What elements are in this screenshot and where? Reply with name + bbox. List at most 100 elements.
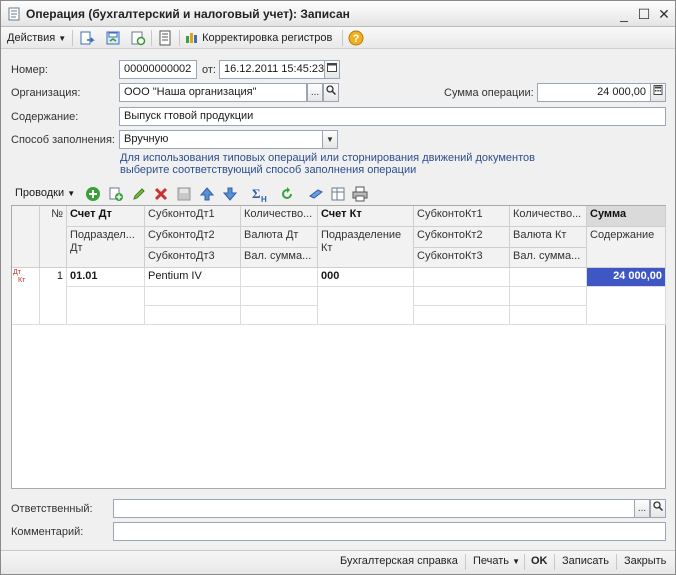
content-field[interactable]: Выпуск гтовой продукции — [119, 107, 666, 126]
organization-field[interactable]: ООО "Наша организация" — [119, 83, 307, 102]
minimize-button[interactable]: _ — [615, 5, 633, 23]
document-icon — [8, 7, 20, 21]
cell-content[interactable] — [587, 287, 666, 325]
column-header-subconto-dt2[interactable]: СубконтоДт2 — [145, 227, 241, 248]
move-down-icon[interactable] — [222, 186, 238, 202]
toolbar-separator — [151, 30, 152, 46]
maximize-button[interactable]: ☐ — [635, 5, 653, 23]
help-icon[interactable]: ? — [348, 30, 364, 46]
correct-registers-label: Корректировка регистров — [202, 32, 333, 44]
organization-search-button[interactable] — [323, 83, 339, 102]
cell-subconto-dt3[interactable] — [145, 306, 241, 325]
column-header-subconto-dt1[interactable]: СубконтоДт1 — [145, 206, 241, 227]
column-header-subconto-kt2[interactable]: СубконтоКт2 — [414, 227, 510, 248]
actions-label: Действия — [7, 32, 56, 44]
cell-subconto-kt3[interactable] — [414, 306, 510, 325]
cell-quantity-dt[interactable] — [241, 268, 318, 287]
end-edit-icon[interactable] — [176, 186, 192, 202]
delete-row-icon[interactable] — [153, 186, 169, 202]
entries-table[interactable]: № Счет Дт СубконтоДт1 Количество... Счет… — [11, 205, 666, 489]
cell-sum[interactable]: 24 000,00 — [587, 268, 666, 287]
fill-method-dropdown-button[interactable]: ▼ — [322, 130, 338, 149]
column-header-department-dt[interactable]: Подраздел... Дт — [67, 227, 145, 268]
column-header-currency-sum-dt[interactable]: Вал. сумма... — [241, 248, 318, 268]
operation-sum-field[interactable]: 24 000,00 — [537, 83, 651, 102]
structure-icon[interactable] — [157, 30, 173, 46]
cell-subconto-dt2[interactable] — [145, 287, 241, 306]
responsible-field[interactable] — [113, 499, 635, 518]
content-label: Содержание: — [11, 111, 79, 123]
column-header-currency-sum-kt[interactable]: Вал. сумма... — [510, 248, 587, 268]
dropdown-arrow-icon: ▼ — [58, 34, 67, 43]
column-header-currency-kt[interactable]: Валюта Кт — [510, 227, 587, 248]
toolbar-separator — [524, 554, 525, 570]
settings-table-icon[interactable] — [330, 186, 346, 202]
column-header-icon — [12, 206, 40, 268]
ok-button[interactable]: OK — [531, 555, 548, 567]
date-field[interactable]: 16.12.2011 15:45:23 — [219, 60, 325, 79]
add-row-icon[interactable] — [85, 186, 101, 202]
cell-currency-sum-kt[interactable] — [510, 306, 587, 325]
row-type-icon: Дт Кт — [12, 268, 40, 325]
calendar-button[interactable] — [324, 60, 340, 79]
column-header-number[interactable]: № — [40, 206, 67, 268]
column-header-department-kt[interactable]: Подразделение Кт — [318, 227, 414, 268]
column-header-sum[interactable]: Сумма — [587, 206, 666, 227]
calculator-button[interactable] — [650, 83, 666, 102]
column-header-subconto-kt3[interactable]: СубконтоКт3 — [414, 248, 510, 268]
responsible-select-button[interactable]: ... — [634, 499, 650, 518]
fill-icon[interactable] — [308, 186, 324, 202]
column-header-quantity-dt[interactable]: Количество... — [241, 206, 318, 227]
column-header-subconto-dt3[interactable]: СубконтоДт3 — [145, 248, 241, 268]
column-header-subconto-kt1[interactable]: СубконтоКт1 — [414, 206, 510, 227]
cell-account-kt[interactable]: 000 — [318, 268, 414, 287]
cell-subconto-kt2[interactable] — [414, 287, 510, 306]
correct-registers-button[interactable]: Корректировка регистров — [185, 29, 332, 47]
close-button[interactable]: Закрыть — [624, 555, 666, 567]
cell-currency-sum-dt[interactable] — [241, 306, 318, 325]
column-header-account-kt[interactable]: Счет Кт — [318, 206, 414, 227]
fill-method-select[interactable]: Вручную — [119, 130, 323, 149]
toolbar-separator — [465, 554, 466, 570]
close-window-button[interactable]: ✕ — [655, 5, 673, 23]
column-header-account-dt[interactable]: Счет Дт — [67, 206, 145, 227]
cell-currency-dt[interactable] — [241, 287, 318, 306]
column-header-currency-dt[interactable]: Валюта Дт — [241, 227, 318, 248]
cell-subconto-dt1[interactable]: Pentium IV — [145, 268, 241, 287]
column-header-content[interactable]: Содержание — [587, 227, 666, 268]
main-toolbar: Действия ▼ Корректировка регистров ? — [1, 27, 675, 49]
edit-row-icon[interactable] — [131, 186, 147, 202]
accounting-report-button[interactable]: Бухгалтерская справка — [340, 555, 458, 567]
comment-field[interactable] — [113, 522, 666, 541]
cell-account-dt[interactable]: 01.01 — [67, 268, 145, 287]
window-title: Операция (бухгалтерский и налоговый учет… — [26, 7, 350, 21]
copy-row-icon[interactable] — [108, 186, 124, 202]
print-menu[interactable]: Печать ▼ — [473, 555, 520, 567]
cell-department-kt[interactable] — [318, 287, 414, 325]
save-icon[interactable] — [105, 30, 121, 46]
post-and-close-icon[interactable] — [79, 30, 95, 46]
sum-icon[interactable]: Σ H — [251, 186, 269, 204]
dropdown-arrow-icon: ▼ — [67, 189, 76, 198]
icon-text-kt: Кт — [18, 277, 26, 284]
row-number[interactable]: 1 — [40, 268, 67, 325]
entries-menu[interactable]: Проводки ▼ — [15, 187, 75, 199]
actions-menu[interactable]: Действия ▼ — [7, 29, 66, 47]
save-button[interactable]: Записать — [562, 555, 609, 567]
move-up-icon[interactable] — [199, 186, 215, 202]
organization-label: Организация: — [11, 87, 81, 99]
column-header-quantity-kt[interactable]: Количество... — [510, 206, 587, 227]
organization-select-button[interactable]: ... — [307, 83, 323, 102]
cell-currency-kt[interactable] — [510, 287, 587, 306]
cell-quantity-kt[interactable] — [510, 268, 587, 287]
date-label: от: — [202, 64, 216, 76]
toolbar-separator — [616, 554, 617, 570]
refresh-icon[interactable] — [279, 186, 295, 202]
refresh-document-icon[interactable] — [130, 30, 146, 46]
cell-department-dt[interactable] — [67, 287, 145, 325]
print-list-icon[interactable] — [352, 186, 368, 202]
cell-subconto-kt1[interactable] — [414, 268, 510, 287]
responsible-search-button[interactable] — [650, 499, 666, 518]
number-field[interactable]: 00000000002 — [119, 60, 197, 79]
svg-text:?: ? — [353, 33, 360, 45]
